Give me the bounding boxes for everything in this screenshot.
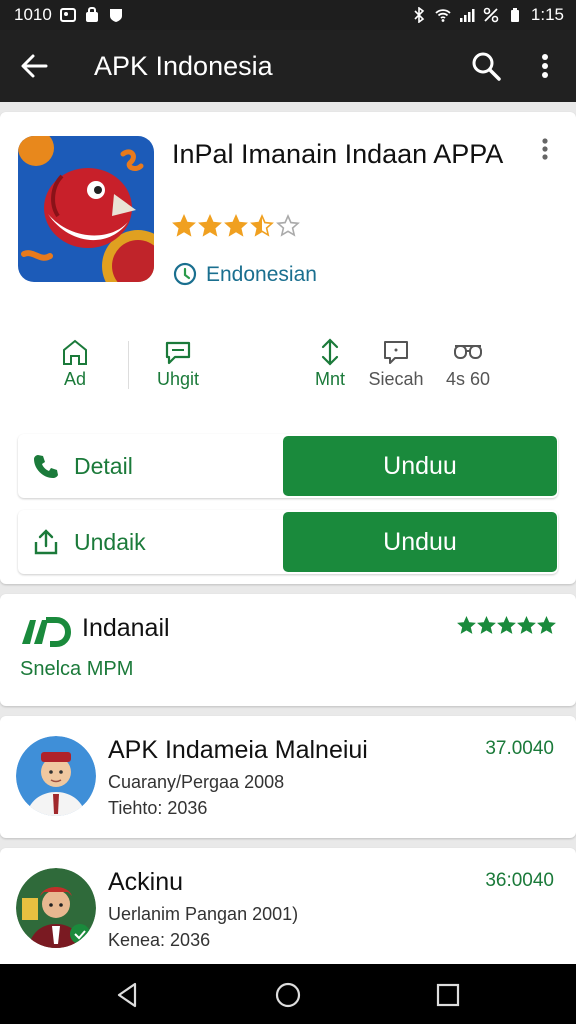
star-icon	[517, 616, 536, 634]
wifi-icon	[435, 9, 451, 22]
status-time: 1:15	[530, 5, 564, 24]
language-label: Endonesian	[206, 263, 317, 286]
item-title: APK Indameia Malneiui	[108, 736, 368, 764]
bluetooth-icon	[414, 7, 425, 23]
stat-size[interactable]: 4s 60	[428, 337, 508, 390]
app-title: InPal Imanain Indaan APPA	[172, 139, 504, 169]
status-time-left: 1010	[14, 5, 52, 24]
star-icon	[224, 214, 248, 237]
avatar	[16, 736, 96, 816]
download-arrows-icon	[321, 338, 339, 366]
more-vert-icon[interactable]	[530, 50, 560, 82]
app-bar: APK Indonesia	[0, 30, 576, 102]
stat-siecah[interactable]: Siecah	[356, 337, 436, 390]
item-subtitle: Cuarany/Pergaa 2008	[108, 772, 285, 792]
developer-name: Indanail	[82, 614, 170, 642]
item-subtitle: Uerlanim Pangan 2001)	[108, 904, 299, 924]
back-arrow-icon[interactable]	[18, 50, 50, 82]
download-button[interactable]: Unduu	[283, 512, 557, 572]
item-price: 37.0040	[485, 738, 554, 759]
app-rating	[172, 214, 300, 238]
star-icon	[250, 214, 274, 237]
developer-card[interactable]: Indanail Snelca MPM	[0, 594, 576, 706]
star-icon	[537, 616, 556, 634]
item-meta: Kenea: 2036	[108, 930, 211, 950]
app-logo-bird-icon[interactable]	[18, 136, 154, 282]
battery-icon	[510, 8, 519, 22]
action-row-detail: Detail Unduu	[18, 434, 558, 498]
app-detail-card: InPal Imanain Indaan APPA Endonesian Ad …	[0, 112, 576, 584]
list-item[interactable]: Ackinu Uerlanim Pangan 2001) Kenea: 2036…	[0, 848, 576, 978]
signal-icon	[459, 9, 475, 22]
developer-subtitle: Snelca MPM	[20, 658, 134, 680]
shield-icon	[109, 9, 122, 22]
download-button[interactable]: Unduu	[283, 436, 557, 496]
nav-recents-icon[interactable]	[433, 980, 463, 1010]
stat-uhgit[interactable]: Uhgit	[138, 337, 218, 390]
star-icon	[457, 616, 476, 634]
status-bar: 1010 1:15	[0, 0, 576, 30]
developer-logo-icon	[22, 617, 72, 647]
location-pin-icon	[173, 262, 197, 286]
star-icon	[276, 214, 300, 237]
message-icon	[384, 341, 408, 364]
star-icon	[497, 616, 516, 634]
no-data-icon	[483, 7, 499, 23]
action-row-share: Undaik Unduu	[18, 510, 558, 574]
more-vert-icon[interactable]	[532, 136, 558, 164]
app-bar-title: APK Indonesia	[94, 51, 273, 81]
glasses-icon	[454, 345, 482, 359]
item-title: Ackinu	[108, 868, 184, 896]
home-icon	[63, 339, 87, 365]
star-icon	[198, 214, 222, 237]
share-link[interactable]: Undaik	[32, 528, 146, 556]
language-row: Endonesian	[172, 262, 317, 288]
detail-link[interactable]: Detail	[32, 452, 133, 480]
share-label: Undaik	[74, 528, 146, 555]
stat-ad[interactable]: Ad	[35, 337, 115, 390]
item-price: 36:0040	[485, 870, 554, 891]
app-stats-row: Ad Uhgit Mnt Siecah 4s 60	[0, 337, 576, 407]
phone-icon	[34, 455, 58, 478]
stat-label: Uhgit	[156, 369, 200, 389]
share-icon	[34, 529, 58, 555]
list-item[interactable]: APK Indameia Malneiui Cuarany/Pergaa 200…	[0, 716, 576, 838]
avatar	[16, 868, 96, 948]
search-icon[interactable]	[470, 50, 502, 82]
detail-label: Detail	[74, 452, 133, 479]
stat-label: Siecah	[368, 369, 424, 389]
nav-home-icon[interactable]	[273, 980, 303, 1010]
developer-rating	[457, 616, 556, 635]
star-icon	[172, 214, 196, 237]
divider	[128, 341, 129, 389]
stat-label: 4s 60	[445, 369, 491, 389]
image-icon	[59, 8, 76, 22]
chat-bubble-icon	[165, 341, 191, 365]
bag-icon	[85, 7, 98, 22]
nav-back-icon[interactable]	[113, 980, 143, 1010]
stat-label: Ad	[63, 369, 87, 389]
item-meta: Tiehto: 2036	[108, 798, 208, 818]
system-nav-bar	[0, 964, 576, 1024]
star-icon	[477, 616, 496, 634]
